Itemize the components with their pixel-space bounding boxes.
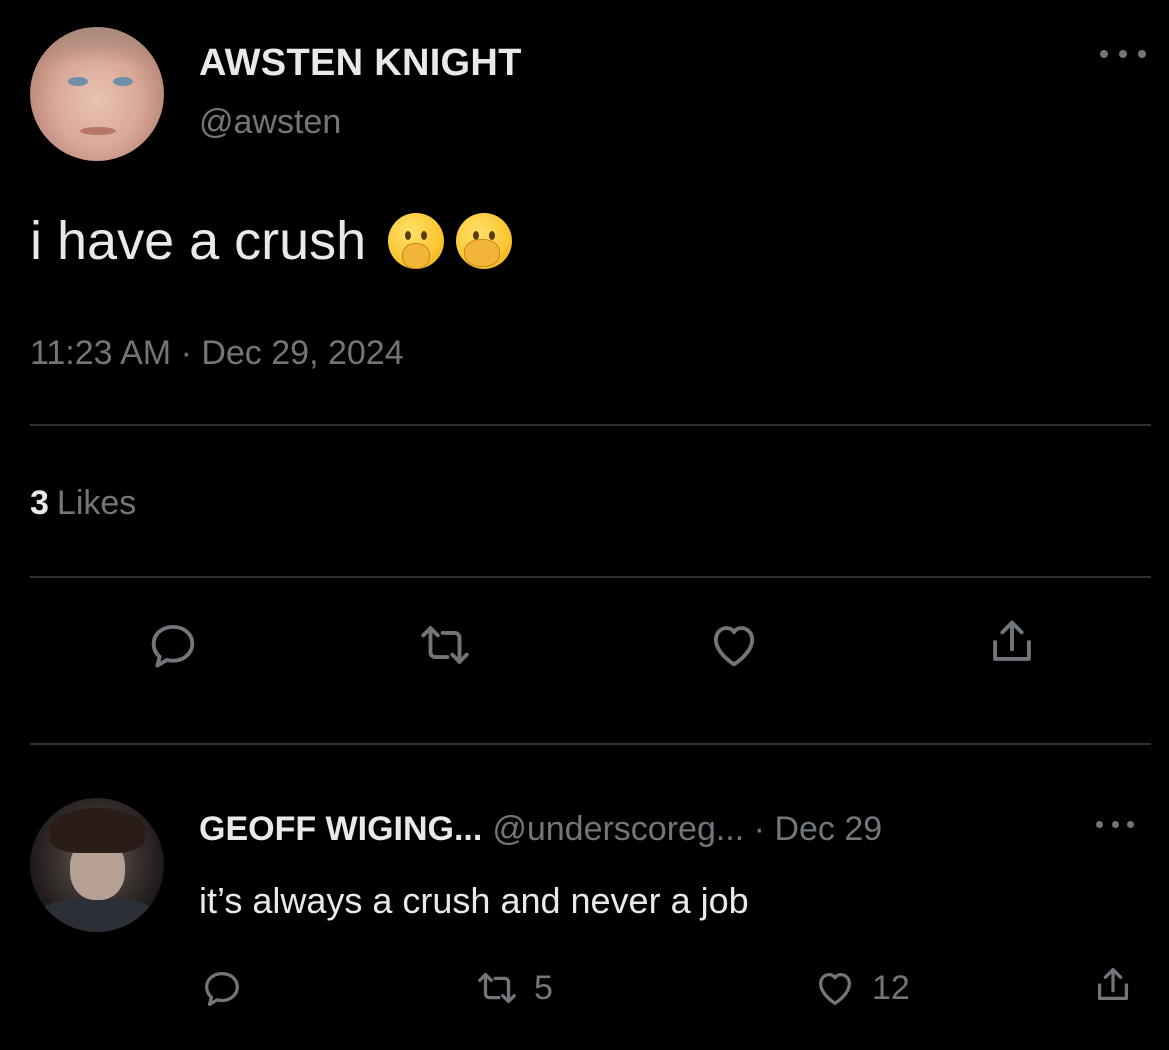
reply-icon — [205, 971, 239, 1006]
tweet-body: i have a crush — [30, 210, 513, 272]
retweet-count: 5 — [534, 968, 553, 1007]
dot — [1100, 50, 1108, 58]
author-handle[interactable]: @awsten — [199, 103, 341, 142]
dot — [1096, 820, 1103, 828]
avatar-hair — [50, 808, 145, 853]
avatar-eye-right — [113, 77, 133, 86]
avatar-collar — [40, 898, 155, 932]
tweet-timestamp[interactable]: 11:23 AM · Dec 29, 2024 — [30, 334, 404, 373]
reply-separator: · — [753, 810, 765, 848]
divider — [30, 576, 1151, 578]
avatar-hair — [30, 27, 164, 65]
reply-author-avatar[interactable] — [30, 798, 164, 932]
reply-icon[interactable] — [144, 616, 202, 674]
author-display-name[interactable]: AWSTEN KNIGHT — [199, 42, 522, 85]
divider — [30, 743, 1151, 745]
likes-label: Likes — [56, 484, 137, 522]
like-count: 12 — [872, 968, 910, 1007]
face-with-hand-over-mouth-emoji — [456, 213, 513, 269]
author-avatar[interactable] — [30, 27, 164, 161]
likes-summary[interactable]: 3 Likes — [30, 484, 136, 523]
reply-display-name[interactable]: GEOFF WIGING... — [199, 810, 482, 848]
reply-handle[interactable]: @underscoreg... — [492, 810, 744, 848]
share-icon[interactable] — [983, 613, 1041, 671]
retweet-icon[interactable] — [416, 616, 474, 674]
dot — [1127, 820, 1134, 828]
retweet-icon — [478, 972, 516, 1004]
avatar-mouth — [80, 127, 116, 135]
dot — [1119, 50, 1127, 58]
reply-header: GEOFF WIGING... @underscoreg... · Dec 29 — [199, 810, 882, 849]
reply-share-button[interactable] — [1090, 962, 1136, 1008]
dot — [1138, 50, 1146, 58]
reply-retweet-button[interactable]: 5 — [474, 965, 553, 1011]
like-icon — [818, 972, 852, 1005]
reply-reply-button[interactable] — [199, 965, 245, 1011]
dot — [1111, 820, 1119, 828]
reply-date[interactable]: Dec 29 — [774, 810, 882, 848]
avatar-eye-left — [68, 77, 88, 86]
tweet-text: i have a crush — [30, 211, 367, 271]
reply-like-button[interactable]: 12 — [812, 965, 910, 1011]
divider — [30, 424, 1151, 426]
share-icon — [1097, 968, 1129, 1001]
shushing-face-emoji — [388, 213, 445, 269]
like-icon[interactable] — [705, 616, 763, 674]
reply-more-options-icon[interactable] — [1096, 812, 1134, 836]
more-options-icon[interactable] — [1100, 40, 1146, 68]
likes-count: 3 — [30, 484, 49, 522]
reply-text: it’s always a crush and never a job — [199, 880, 749, 921]
